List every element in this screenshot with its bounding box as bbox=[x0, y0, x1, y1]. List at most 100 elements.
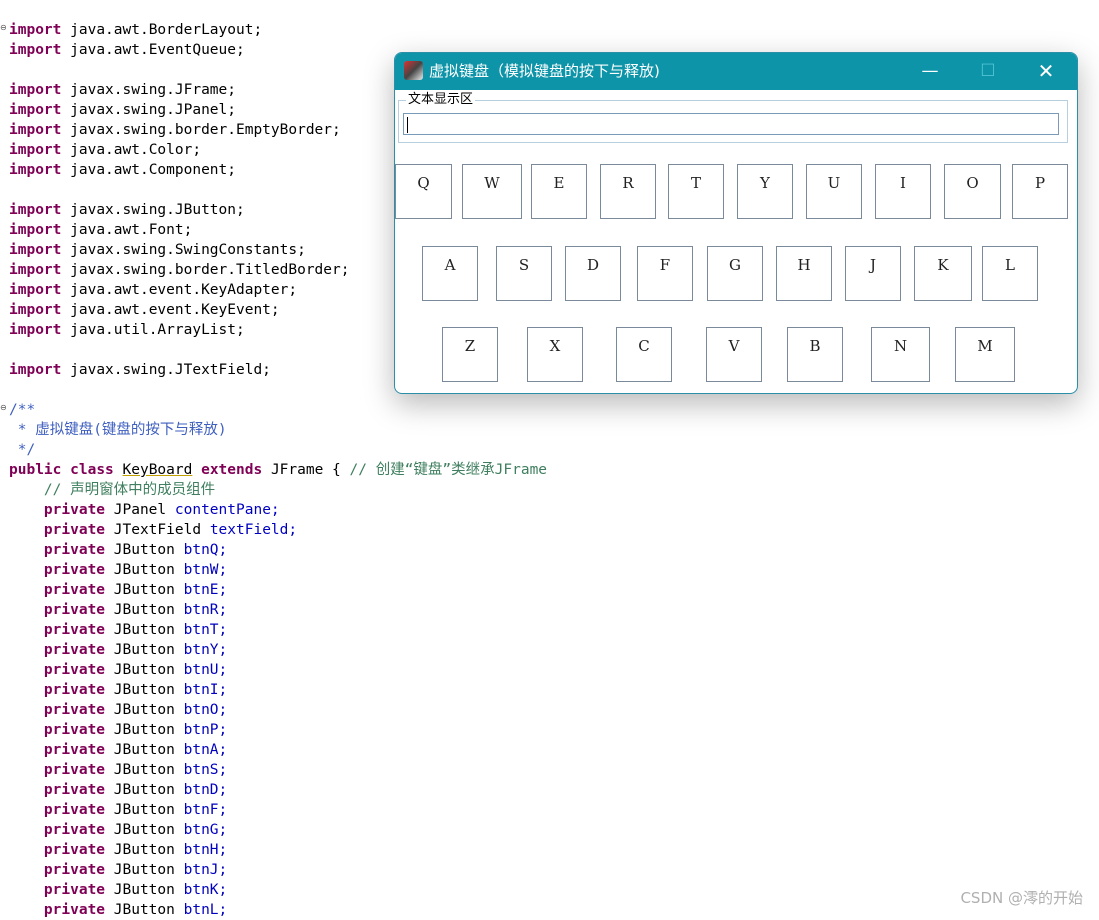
key-g-button[interactable]: G bbox=[707, 246, 763, 301]
key-o-button[interactable]: O bbox=[944, 164, 1001, 219]
key-u-button[interactable]: U bbox=[806, 164, 862, 219]
key-r-button[interactable]: R bbox=[600, 164, 656, 219]
key-j-button[interactable]: J bbox=[845, 246, 901, 301]
import-line: import java.awt.Color; bbox=[9, 140, 201, 160]
field-declaration-line: private JButton btnQ; bbox=[9, 540, 227, 560]
field-declaration-line: private JButton btnP; bbox=[9, 720, 227, 740]
key-w-button[interactable]: W bbox=[462, 164, 522, 219]
private-keyword: private bbox=[43, 762, 106, 778]
key-l-button[interactable]: L bbox=[982, 246, 1038, 301]
import-keyword: import bbox=[9, 322, 62, 338]
import-path: javax.swing.border.TitledBorder; bbox=[70, 262, 350, 278]
key-p-button[interactable]: P bbox=[1012, 164, 1068, 219]
field-type: JButton bbox=[113, 842, 175, 858]
field-name: btnA; bbox=[183, 742, 228, 758]
private-keyword: private bbox=[43, 642, 106, 658]
key-d-button[interactable]: D bbox=[565, 246, 621, 301]
field-declaration-line: private JButton btnU; bbox=[9, 660, 227, 680]
private-keyword: private bbox=[43, 662, 106, 678]
key-h-button[interactable]: H bbox=[776, 246, 832, 301]
fold-toggle-icon[interactable]: ⊖ bbox=[0, 404, 7, 412]
key-f-button[interactable]: F bbox=[637, 246, 693, 301]
minimize-button[interactable]: — bbox=[907, 53, 953, 90]
key-y-button[interactable]: Y bbox=[737, 164, 793, 219]
key-q-button[interactable]: Q bbox=[395, 164, 452, 219]
field-declaration-line: private JButton btnA; bbox=[9, 740, 227, 760]
import-path: java.awt.BorderLayout; bbox=[70, 22, 263, 38]
close-button[interactable]: ✕ bbox=[1023, 53, 1069, 90]
field-declaration-line: private JButton btnK; bbox=[9, 880, 227, 900]
field-type: JButton bbox=[113, 802, 175, 818]
text-field[interactable] bbox=[403, 113, 1059, 135]
import-line: import javax.swing.border.TitledBorder; bbox=[9, 260, 349, 280]
field-name: btnT; bbox=[183, 622, 228, 638]
import-path: javax.swing.JPanel; bbox=[70, 102, 236, 118]
import-line: import java.awt.EventQueue; bbox=[9, 40, 245, 60]
keyboard-window[interactable]: 虚拟键盘（模拟键盘的按下与释放) — ☐ ✕ 文本显示区 QWERTYUIOP A… bbox=[394, 52, 1078, 394]
field-type: JButton bbox=[113, 822, 175, 838]
public-keyword: public bbox=[9, 462, 62, 478]
field-name: btnP; bbox=[183, 722, 228, 738]
key-t-button[interactable]: T bbox=[668, 164, 724, 219]
import-keyword: import bbox=[9, 302, 62, 318]
import-line: import java.awt.Font; bbox=[9, 220, 192, 240]
key-v-button[interactable]: V bbox=[706, 327, 762, 382]
key-e-button[interactable]: E bbox=[531, 164, 587, 219]
key-i-button[interactable]: I bbox=[875, 164, 931, 219]
key-x-button[interactable]: X bbox=[527, 327, 583, 382]
import-keyword: import bbox=[9, 102, 62, 118]
import-line: import javax.swing.border.EmptyBorder; bbox=[9, 120, 341, 140]
import-path: javax.swing.JButton; bbox=[70, 202, 245, 218]
import-path: java.util.ArrayList; bbox=[70, 322, 245, 338]
import-keyword: import bbox=[9, 162, 62, 178]
field-name: btnJ; bbox=[183, 862, 228, 878]
class-comment: // 创建“键盘”类继承JFrame bbox=[349, 462, 548, 478]
import-path: javax.swing.JTextField; bbox=[70, 362, 271, 378]
superclass: JFrame { bbox=[270, 462, 341, 478]
private-keyword: private bbox=[43, 842, 106, 858]
import-line: import java.awt.BorderLayout; bbox=[9, 20, 262, 40]
field-declaration-line: private JButton btnI; bbox=[9, 680, 227, 700]
private-keyword: private bbox=[43, 622, 106, 638]
import-path: java.awt.EventQueue; bbox=[70, 42, 245, 58]
import-path: javax.swing.JFrame; bbox=[70, 82, 236, 98]
private-keyword: private bbox=[43, 782, 106, 798]
fold-toggle-icon[interactable]: ⊖ bbox=[0, 24, 7, 32]
comment-line: // 声明窗体中的成员组件 bbox=[9, 480, 215, 500]
import-keyword: import bbox=[9, 42, 62, 58]
import-line: import java.util.ArrayList; bbox=[9, 320, 245, 340]
key-z-button[interactable]: Z bbox=[442, 327, 498, 382]
import-keyword: import bbox=[9, 262, 62, 278]
key-a-button[interactable]: A bbox=[422, 246, 478, 301]
private-keyword: private bbox=[43, 862, 106, 878]
field-declaration-line: private JButton btnD; bbox=[9, 780, 227, 800]
field-declaration-line: private JButton btnW; bbox=[9, 560, 227, 580]
import-keyword: import bbox=[9, 122, 62, 138]
field-name: btnH; bbox=[183, 842, 228, 858]
key-b-button[interactable]: B bbox=[787, 327, 843, 382]
field-type: JButton bbox=[113, 782, 175, 798]
private-keyword: private bbox=[43, 582, 106, 598]
key-k-button[interactable]: K bbox=[914, 246, 972, 301]
field-type: JButton bbox=[113, 722, 175, 738]
maximize-button[interactable]: ☐ bbox=[965, 53, 1011, 90]
field-type: JButton bbox=[113, 602, 175, 618]
field-declaration-line: private JTextField textField; bbox=[9, 520, 297, 540]
field-declaration-line: private JButton btnJ; bbox=[9, 860, 227, 880]
field-name: btnG; bbox=[183, 822, 228, 838]
import-line: import java.awt.Component; bbox=[9, 160, 236, 180]
key-c-button[interactable]: C bbox=[616, 327, 672, 382]
class-keyword: class bbox=[70, 462, 114, 478]
field-type: JButton bbox=[113, 542, 175, 558]
import-path: java.awt.Font; bbox=[70, 222, 193, 238]
import-line: import javax.swing.JPanel; bbox=[9, 100, 236, 120]
key-n-button[interactable]: N bbox=[871, 327, 930, 382]
key-m-button[interactable]: M bbox=[955, 327, 1015, 382]
field-type: JButton bbox=[113, 742, 175, 758]
field-type: JButton bbox=[113, 862, 175, 878]
import-path: java.awt.Component; bbox=[70, 162, 236, 178]
import-keyword: import bbox=[9, 82, 62, 98]
title-bar[interactable]: 虚拟键盘（模拟键盘的按下与释放) — ☐ ✕ bbox=[395, 53, 1077, 90]
key-s-button[interactable]: S bbox=[496, 246, 552, 301]
field-declaration-line: private JButton btnO; bbox=[9, 700, 227, 720]
